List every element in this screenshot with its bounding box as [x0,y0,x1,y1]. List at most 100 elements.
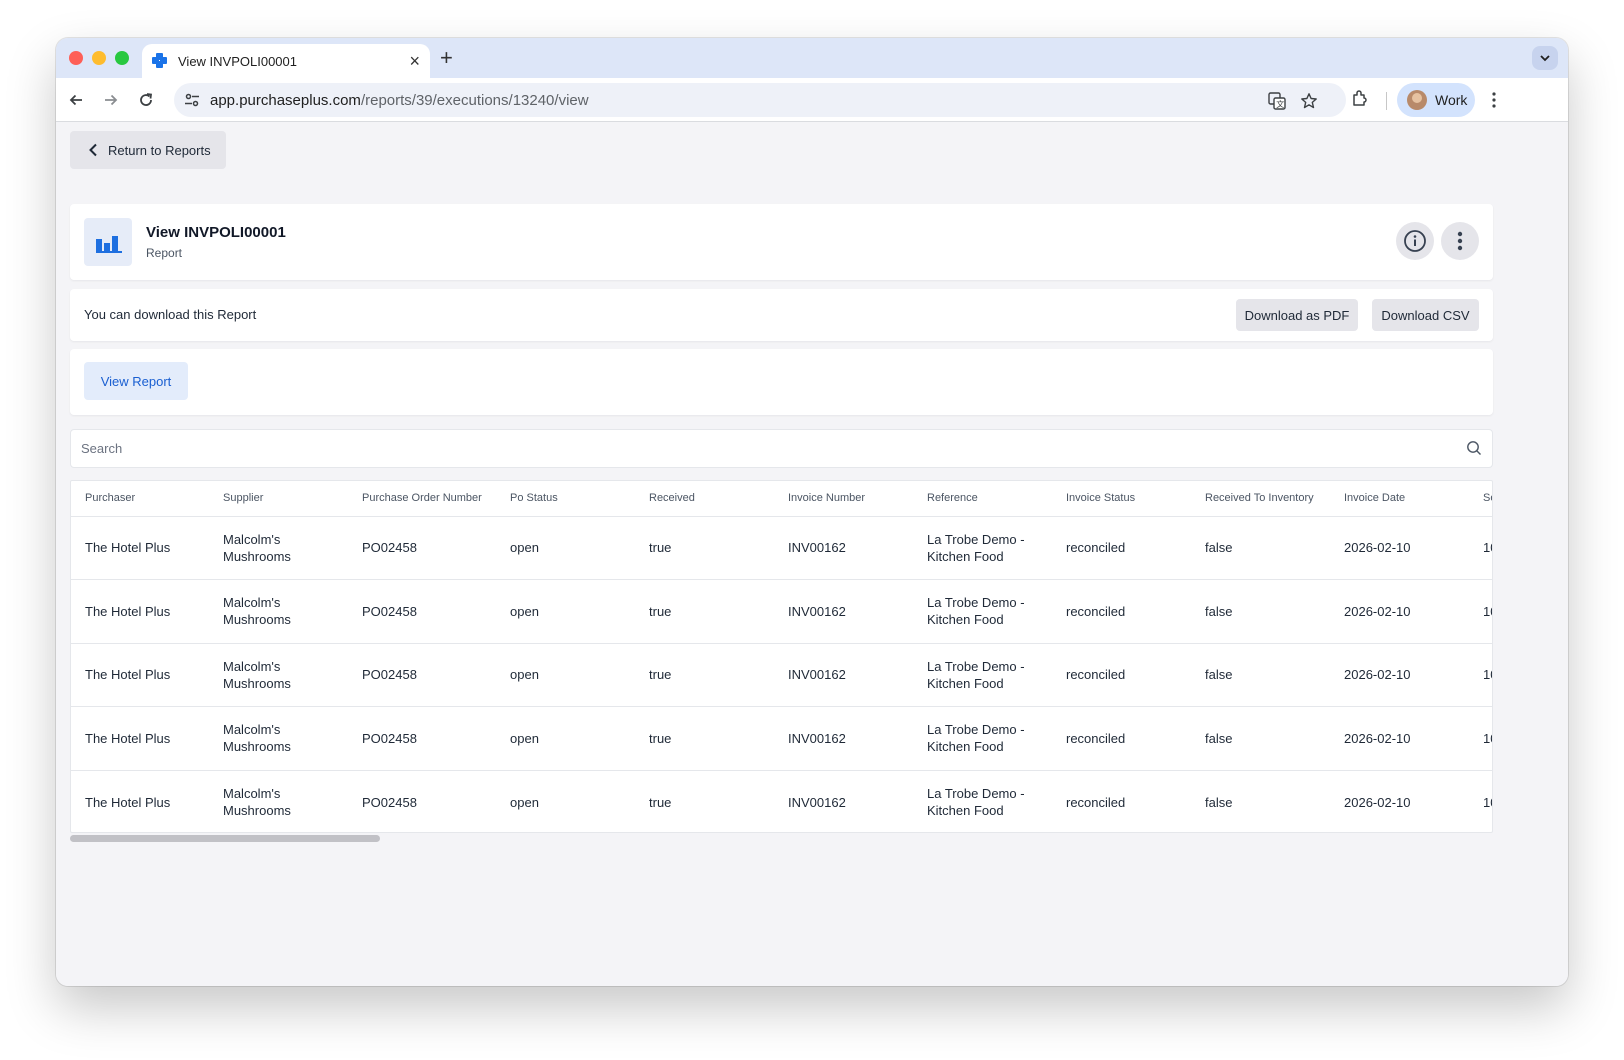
table-cell: 2026-02-10 [1330,516,1469,580]
table-cell: PO02458 [362,794,417,810]
column-header[interactable]: Po Status [496,481,635,517]
maximize-window-button[interactable] [115,51,129,65]
profile-button[interactable]: Work [1397,83,1475,117]
column-header[interactable]: Received [635,481,774,517]
table-cell: La Trobe Demo - Kitchen Food [913,579,1052,644]
download-pdf-button[interactable]: Download as PDF [1236,299,1358,331]
browser-toolbar: app.purchaseplus.com/reports/39/executio… [56,78,1568,122]
column-header[interactable]: Invoice Date [1330,481,1469,517]
back-button[interactable] [64,88,88,112]
table-cell: The Hotel Plus [71,579,209,644]
download-card: You can download this Report Download as… [70,289,1493,341]
return-to-reports-button[interactable]: Return to Reports [70,131,226,169]
column-header[interactable]: Reference [913,481,1052,517]
table-cell: PO02458 [348,516,496,580]
bar-chart-icon [84,218,132,266]
table-cell: The Hotel Plus [85,794,171,810]
column-header[interactable]: Supplier [209,481,348,517]
url-host: app.purchaseplus.com [210,91,361,109]
table-cell: 2026-02-10 [1330,579,1469,644]
table-cell: reconciled [1052,643,1191,707]
more-options-button[interactable] [1441,222,1479,260]
column-header[interactable]: Purchase Order Number [348,481,496,517]
table-cell: true [635,643,774,707]
table-cell: Malcolm's Mushrooms [209,643,348,707]
info-button[interactable] [1396,222,1434,260]
horizontal-scrollbar[interactable] [70,833,1493,843]
extensions-icon[interactable] [1350,88,1370,113]
table-cell: reconciled [1066,794,1126,810]
svg-text:文: 文 [1276,99,1284,109]
minimize-window-button[interactable] [92,51,106,65]
browser-window: View INVPOLI00001 × + app.purchaseplus.c… [56,38,1568,986]
more-vert-icon [1492,92,1496,108]
download-csv-button[interactable]: Download CSV [1372,299,1479,331]
tab-search-button[interactable] [1532,46,1558,70]
close-tab-icon[interactable]: × [409,52,420,70]
table-cell: open [510,794,539,810]
table-row[interactable]: The Hotel Plus Malcolm's Mushrooms PO02458… [71,579,1492,644]
table-cell: The Hotel Plus [71,516,209,580]
column-header[interactable]: Received To Inventory [1191,481,1330,517]
table-cell: reconciled [1052,579,1191,644]
view-report-card: View Report [70,349,1493,415]
table-cell: INV00162 [774,579,913,644]
info-icon [1404,230,1426,252]
column-header[interactable]: Invoice Number [774,481,913,517]
tab-strip: View INVPOLI00001 × + [56,38,1568,78]
column-header[interactable]: Se [1469,481,1492,517]
more-vert-icon [1457,231,1463,251]
view-report-button[interactable]: View Report [84,362,188,400]
forward-button[interactable] [99,88,123,112]
table-cell: Malcolm's Mushrooms [209,579,348,644]
table-cell: 10 5: [1469,706,1492,771]
search-icon[interactable] [1466,440,1482,456]
table-row[interactable]: The Hotel Plus Malcolm's Mushrooms PO02458… [71,770,1492,832]
reload-icon [140,93,153,106]
table-cell: false [1191,579,1330,644]
new-tab-button[interactable]: + [440,45,453,71]
table-cell: false [1191,516,1330,580]
table-row[interactable]: The Hotel Plus Malcolm's Mushrooms PO02458… [71,706,1492,771]
table-cell: INV00162 [774,643,913,707]
table-cell: The Hotel Plus [71,643,209,707]
table-cell: La Trobe Demo - Kitchen Food [913,516,1052,580]
translate-icon[interactable]: 文 [1267,91,1287,111]
table-cell: La Trobe Demo - Kitchen Food [913,706,1052,771]
scrollbar-thumb[interactable] [70,835,380,842]
search-input[interactable] [81,430,1441,467]
address-bar[interactable]: app.purchaseplus.com/reports/39/executio… [174,83,1346,117]
table-cell: La Trobe Demo - Kitchen Food [927,786,1025,818]
back-arrow-icon [69,94,82,106]
table-cell: 2026-02-10 [1330,643,1469,707]
column-header[interactable]: Purchaser [71,481,209,517]
report-header-card: View INVPOLI00001 Report [70,204,1493,280]
table-cell: false [1191,706,1330,771]
site-settings-icon[interactable] [184,92,200,108]
table-cell: true [635,516,774,580]
table-cell: PO02458 [348,643,496,707]
profile-label: Work [1435,92,1468,108]
table-row[interactable]: The Hotel Plus Malcolm's Mushrooms PO02458… [71,516,1492,580]
table-cell: INV00162 [788,794,846,810]
table-cell: reconciled [1052,706,1191,771]
table-cell: true [649,794,672,810]
table-cell: open [496,516,635,580]
table-cell: INV00162 [774,516,913,580]
chevron-left-icon [89,143,97,157]
table-row[interactable]: The Hotel Plus Malcolm's Mushrooms PO02458… [71,643,1492,707]
bookmark-star-icon[interactable] [1299,91,1319,111]
close-window-button[interactable] [69,51,83,65]
page-title: View INVPOLI00001 [146,224,286,241]
download-text: You can download this Report [84,307,257,322]
browser-tab[interactable]: View INVPOLI00001 × [142,44,430,78]
avatar [1407,90,1427,110]
table-cell: 10 5: [1469,579,1492,644]
table-cell: open [496,706,635,771]
reload-button[interactable] [134,88,158,112]
table-cell: Malcolm's Mushrooms [209,706,348,771]
page-content: Return to Reports View INVPOLI00001 Repo… [56,122,1568,986]
browser-menu-button[interactable] [1484,90,1504,110]
table-cell: open [496,579,635,644]
column-header[interactable]: Invoice Status [1052,481,1191,517]
